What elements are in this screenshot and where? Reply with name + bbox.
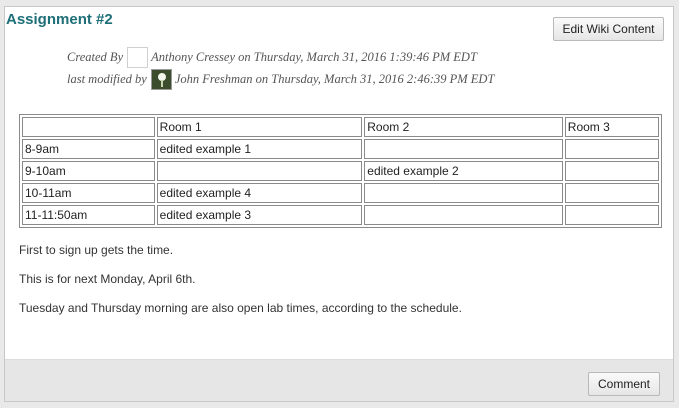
table-row: 11-11:50am edited example 3 (22, 205, 659, 225)
schedule-table: Room 1 Room 2 Room 3 8-9am edited exampl… (19, 114, 662, 228)
table-cell (564, 161, 659, 181)
table-cell (564, 139, 659, 159)
creator-avatar (127, 46, 149, 68)
table-cell: 8-9am (22, 139, 155, 159)
table-cell (364, 139, 563, 159)
edit-wiki-content-button[interactable]: Edit Wiki Content (553, 17, 664, 41)
modifier-avatar (150, 68, 172, 90)
created-by-label: Created By (67, 49, 124, 64)
table-cell: Room 2 (364, 117, 563, 137)
table-row: 8-9am edited example 1 (22, 139, 659, 159)
table-cell (564, 205, 659, 225)
table-row: 9-10am edited example 2 (22, 161, 659, 181)
last-modified-text: John Freshman on Thursday, March 31, 201… (174, 71, 495, 86)
table-row: Room 1 Room 2 Room 3 (22, 117, 659, 137)
table-cell (564, 183, 659, 203)
table-cell: 10-11am (22, 183, 155, 203)
table-cell: 9-10am (22, 161, 155, 181)
table-cell: edited example 1 (156, 139, 363, 159)
table-cell (364, 205, 563, 225)
last-modified-label: last modified by (67, 71, 147, 86)
table-cell: edited example 3 (156, 205, 363, 225)
table-cell: 11-11:50am (22, 205, 155, 225)
body-paragraph: Tuesday and Thursday morning are also op… (19, 301, 462, 315)
comment-button[interactable]: Comment (588, 372, 660, 396)
table-cell: edited example 4 (156, 183, 363, 203)
table-cell: Room 1 (156, 117, 363, 137)
body-paragraph: This is for next Monday, April 6th. (19, 272, 196, 286)
last-modified-line: last modified by John Freshman on Thursd… (67, 68, 494, 90)
table-cell (22, 117, 155, 137)
table-cell: Room 3 (564, 117, 659, 137)
comment-footer: Comment (5, 359, 673, 401)
page-title: Assignment #2 (6, 11, 113, 28)
table-cell: edited example 2 (364, 161, 563, 181)
table-cell (364, 183, 563, 203)
table-row: 10-11am edited example 4 (22, 183, 659, 203)
created-by-text: Anthony Cressey on Thursday, March 31, 2… (151, 49, 477, 64)
wiki-page-panel: Assignment #2 Edit Wiki Content Created … (4, 6, 674, 402)
table-cell (156, 161, 363, 181)
created-by-line: Created By Anthony Cressey on Thursday, … (67, 46, 477, 68)
body-paragraph: First to sign up gets the time. (19, 243, 174, 257)
